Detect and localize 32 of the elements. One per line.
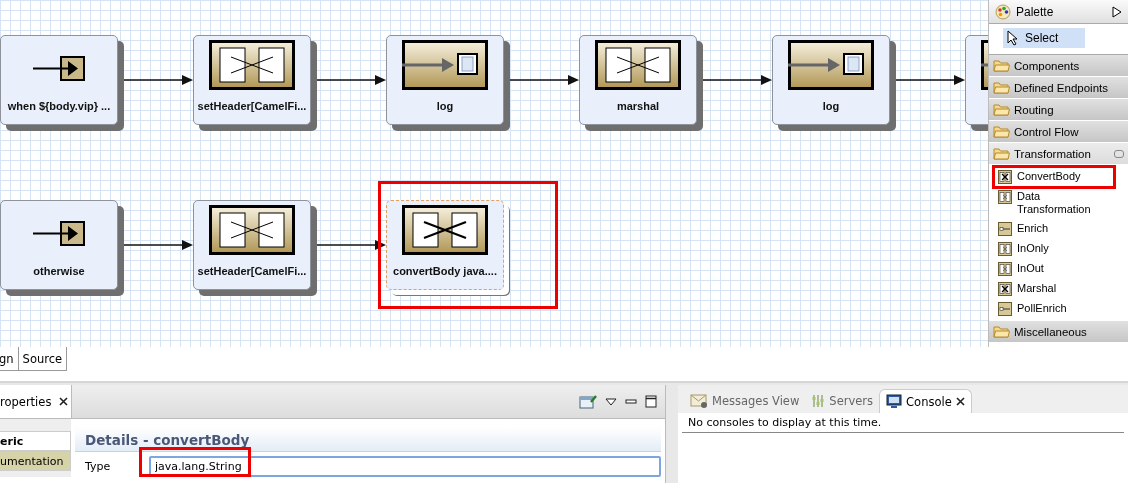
section-tab[interactable]: eric	[0, 431, 71, 451]
editor-tab[interactable]: Source	[17, 347, 68, 371]
palette-item[interactable]: InOut	[995, 260, 1113, 278]
node-label: log	[436, 100, 454, 112]
view-tab[interactable]: Console	[879, 389, 972, 413]
view-tab[interactable]: Servers	[805, 389, 880, 413]
node-label: setHeader[CamelFi...	[197, 100, 307, 112]
view-tab[interactable]: Messages View	[684, 389, 806, 413]
palette-drawer[interactable]: Routing	[989, 99, 1128, 121]
field-label: Type	[85, 460, 112, 473]
palette-drawer[interactable]: Control Flow	[989, 121, 1128, 143]
palette-item[interactable]: Enrich	[995, 220, 1113, 238]
section-tab[interactable]: umentation	[0, 451, 71, 471]
type-field[interactable]: java.lang.String	[149, 456, 661, 477]
palette-drawer[interactable]: Miscellaneous	[989, 321, 1128, 343]
palette-drawer[interactable]: Transformation	[989, 143, 1128, 165]
palette-item[interactable]: Marshal	[995, 280, 1113, 298]
node-label: marshal	[616, 100, 660, 112]
node-label: setHeader[CamelFi...	[197, 265, 307, 277]
palette-title: Palette	[1016, 4, 1055, 19]
palette-item[interactable]: Data Transformation	[995, 188, 1113, 218]
node-label: otherwise	[33, 265, 85, 277]
view-tab[interactable]: roperties	[0, 385, 72, 418]
details-heading: Details - convertBody	[75, 427, 661, 452]
node-label: when ${body.vip} ...	[7, 100, 111, 112]
select-tool[interactable]: Select	[1003, 28, 1085, 48]
node-label: convertBody java....	[393, 265, 497, 277]
palette-item[interactable]: PollEnrich	[995, 300, 1113, 318]
console-message: No consoles to display at this time.	[682, 413, 1124, 433]
palette-item[interactable]: InOnly	[995, 240, 1113, 258]
palette-item[interactable]: ConvertBody	[995, 168, 1113, 186]
node-label: log	[822, 100, 840, 112]
